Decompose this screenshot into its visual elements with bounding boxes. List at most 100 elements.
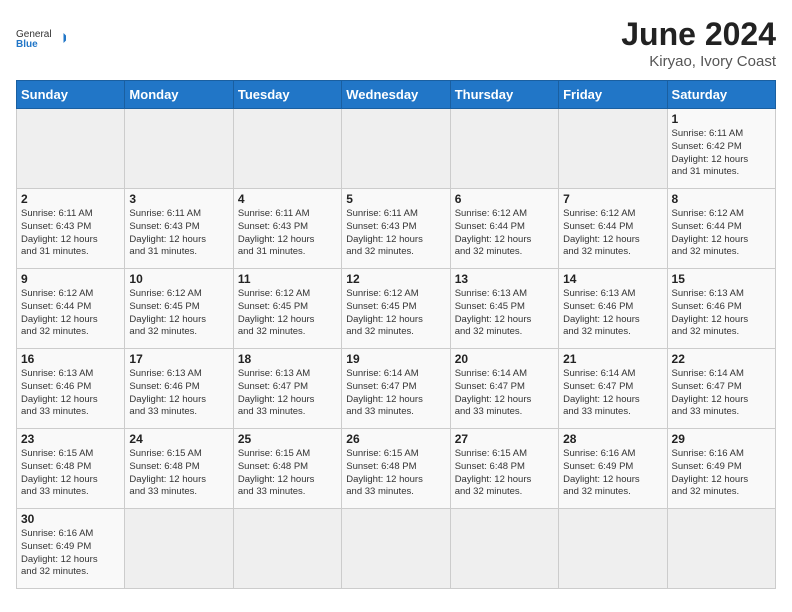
page-header: General Blue June 2024 Kiryao, Ivory Coa… xyxy=(16,16,776,70)
day-info: Sunrise: 6:12 AM Sunset: 6:44 PM Dayligh… xyxy=(672,208,771,259)
calendar-cell: 10 Sunrise: 6:12 AM Sunset: 6:45 PM Dayli… xyxy=(125,269,233,349)
day-number: 15 xyxy=(672,272,771,286)
day-number: 19 xyxy=(346,352,445,366)
svg-text:General: General xyxy=(16,29,52,40)
calendar-cell: 30 Sunrise: 6:16 AM Sunset: 6:49 PM Dayli… xyxy=(17,509,125,589)
day-info: Sunrise: 6:15 AM Sunset: 6:48 PM Dayligh… xyxy=(129,448,228,499)
day-number: 5 xyxy=(346,192,445,206)
calendar-cell: 23Sunrise: 6:15 AM Sunset: 6:48 PM Dayli… xyxy=(17,429,125,509)
day-info: Sunrise: 6:13 AM Sunset: 6:46 PM Dayligh… xyxy=(129,368,228,419)
weekday-header-row: SundayMondayTuesdayWednesdayThursdayFrid… xyxy=(17,81,776,109)
day-info: Sunrise: 6:15 AM Sunset: 6:48 PM Dayligh… xyxy=(455,448,554,499)
day-number: 1 xyxy=(672,112,771,126)
calendar-cell xyxy=(450,509,558,589)
day-number: 10 xyxy=(129,272,228,286)
calendar-cell xyxy=(342,109,450,189)
day-info: Sunrise: 6:12 AM Sunset: 6:44 PM Dayligh… xyxy=(455,208,554,259)
calendar-cell: 8 Sunrise: 6:12 AM Sunset: 6:44 PM Daylig… xyxy=(667,189,775,269)
calendar-cell: 3Sunrise: 6:11 AM Sunset: 6:43 PM Daylig… xyxy=(125,189,233,269)
day-info: Sunrise: 6:12 AM Sunset: 6:45 PM Dayligh… xyxy=(238,288,337,339)
week-row-2: 9Sunrise: 6:12 AM Sunset: 6:44 PM Daylig… xyxy=(17,269,776,349)
week-row-5: 30 Sunrise: 6:16 AM Sunset: 6:49 PM Dayli… xyxy=(17,509,776,589)
calendar-cell: 19Sunrise: 6:14 AM Sunset: 6:47 PM Dayli… xyxy=(342,349,450,429)
day-number: 27 xyxy=(455,432,554,446)
day-number: 24 xyxy=(129,432,228,446)
day-info: Sunrise: 6:12 AM Sunset: 6:45 PM Dayligh… xyxy=(129,288,228,339)
weekday-header-tuesday: Tuesday xyxy=(233,81,341,109)
day-number: 22 xyxy=(672,352,771,366)
day-info: Sunrise: 6:12 AM Sunset: 6:45 PM Dayligh… xyxy=(346,288,445,339)
week-row-4: 23Sunrise: 6:15 AM Sunset: 6:48 PM Dayli… xyxy=(17,429,776,509)
day-number: 29 xyxy=(672,432,771,446)
day-number: 2 xyxy=(21,192,120,206)
week-row-3: 16 Sunrise: 6:13 AM Sunset: 6:46 PM Dayli… xyxy=(17,349,776,429)
svg-text:Blue: Blue xyxy=(16,39,38,50)
day-info: Sunrise: 6:14 AM Sunset: 6:47 PM Dayligh… xyxy=(563,368,662,419)
day-info: Sunrise: 6:11 AM Sunset: 6:42 PM Dayligh… xyxy=(672,128,771,179)
day-info: Sunrise: 6:13 AM Sunset: 6:45 PM Dayligh… xyxy=(455,288,554,339)
day-number: 11 xyxy=(238,272,337,286)
day-number: 8 xyxy=(672,192,771,206)
calendar-cell: 14Sunrise: 6:13 AM Sunset: 6:46 PM Dayli… xyxy=(559,269,667,349)
day-info: Sunrise: 6:16 AM Sunset: 6:49 PM Dayligh… xyxy=(21,528,120,579)
calendar-cell xyxy=(667,509,775,589)
weekday-header-saturday: Saturday xyxy=(667,81,775,109)
calendar-cell xyxy=(342,509,450,589)
calendar-cell: 15 Sunrise: 6:13 AM Sunset: 6:46 PM Dayli… xyxy=(667,269,775,349)
title-block: June 2024 Kiryao, Ivory Coast xyxy=(621,16,776,70)
weekday-header-wednesday: Wednesday xyxy=(342,81,450,109)
calendar-cell: 17 Sunrise: 6:13 AM Sunset: 6:46 PM Dayli… xyxy=(125,349,233,429)
calendar-cell: 12 Sunrise: 6:12 AM Sunset: 6:45 PM Dayli… xyxy=(342,269,450,349)
day-number: 20 xyxy=(455,352,554,366)
day-number: 7 xyxy=(563,192,662,206)
calendar-cell: 22Sunrise: 6:14 AM Sunset: 6:47 PM Dayli… xyxy=(667,349,775,429)
day-info: Sunrise: 6:11 AM Sunset: 6:43 PM Dayligh… xyxy=(129,208,228,259)
day-info: Sunrise: 6:13 AM Sunset: 6:46 PM Dayligh… xyxy=(672,288,771,339)
day-info: Sunrise: 6:15 AM Sunset: 6:48 PM Dayligh… xyxy=(238,448,337,499)
calendar-cell xyxy=(559,109,667,189)
day-info: Sunrise: 6:13 AM Sunset: 6:46 PM Dayligh… xyxy=(21,368,120,419)
calendar-cell: 5 Sunrise: 6:11 AM Sunset: 6:43 PM Daylig… xyxy=(342,189,450,269)
day-number: 6 xyxy=(455,192,554,206)
calendar-cell xyxy=(233,509,341,589)
day-number: 12 xyxy=(346,272,445,286)
day-number: 9 xyxy=(21,272,120,286)
calendar-cell xyxy=(559,509,667,589)
calendar-cell xyxy=(125,109,233,189)
day-info: Sunrise: 6:15 AM Sunset: 6:48 PM Dayligh… xyxy=(346,448,445,499)
day-info: Sunrise: 6:11 AM Sunset: 6:43 PM Dayligh… xyxy=(238,208,337,259)
calendar-cell: 21 Sunrise: 6:14 AM Sunset: 6:47 PM Dayli… xyxy=(559,349,667,429)
day-number: 16 xyxy=(21,352,120,366)
calendar-cell: 25 Sunrise: 6:15 AM Sunset: 6:48 PM Dayli… xyxy=(233,429,341,509)
day-number: 21 xyxy=(563,352,662,366)
calendar-cell xyxy=(17,109,125,189)
weekday-header-monday: Monday xyxy=(125,81,233,109)
day-info: Sunrise: 6:16 AM Sunset: 6:49 PM Dayligh… xyxy=(672,448,771,499)
calendar-cell: 27 Sunrise: 6:15 AM Sunset: 6:48 PM Dayli… xyxy=(450,429,558,509)
logo: General Blue xyxy=(16,16,66,60)
week-row-1: 2 Sunrise: 6:11 AM Sunset: 6:43 PM Daylig… xyxy=(17,189,776,269)
calendar-cell: 7Sunrise: 6:12 AM Sunset: 6:44 PM Daylig… xyxy=(559,189,667,269)
calendar-cell: 4 Sunrise: 6:11 AM Sunset: 6:43 PM Daylig… xyxy=(233,189,341,269)
calendar-cell: 28 Sunrise: 6:16 AM Sunset: 6:49 PM Dayli… xyxy=(559,429,667,509)
day-number: 28 xyxy=(563,432,662,446)
calendar-cell: 6 Sunrise: 6:12 AM Sunset: 6:44 PM Daylig… xyxy=(450,189,558,269)
calendar-cell: 11 Sunrise: 6:12 AM Sunset: 6:45 PM Dayli… xyxy=(233,269,341,349)
day-number: 13 xyxy=(455,272,554,286)
calendar-cell: 16 Sunrise: 6:13 AM Sunset: 6:46 PM Dayli… xyxy=(17,349,125,429)
day-info: Sunrise: 6:11 AM Sunset: 6:43 PM Dayligh… xyxy=(346,208,445,259)
weekday-header-sunday: Sunday xyxy=(17,81,125,109)
day-number: 17 xyxy=(129,352,228,366)
day-number: 30 xyxy=(21,512,120,526)
day-info: Sunrise: 6:14 AM Sunset: 6:47 PM Dayligh… xyxy=(455,368,554,419)
week-row-0: 1 Sunrise: 6:11 AM Sunset: 6:42 PM Daylig… xyxy=(17,109,776,189)
day-number: 25 xyxy=(238,432,337,446)
day-info: Sunrise: 6:16 AM Sunset: 6:49 PM Dayligh… xyxy=(563,448,662,499)
calendar-cell xyxy=(233,109,341,189)
calendar-cell: 13 Sunrise: 6:13 AM Sunset: 6:45 PM Dayli… xyxy=(450,269,558,349)
calendar-cell: 29 Sunrise: 6:16 AM Sunset: 6:49 PM Dayli… xyxy=(667,429,775,509)
calendar-cell: 9Sunrise: 6:12 AM Sunset: 6:44 PM Daylig… xyxy=(17,269,125,349)
calendar-cell xyxy=(450,109,558,189)
day-number: 4 xyxy=(238,192,337,206)
calendar-cell: 24 Sunrise: 6:15 AM Sunset: 6:48 PM Dayli… xyxy=(125,429,233,509)
